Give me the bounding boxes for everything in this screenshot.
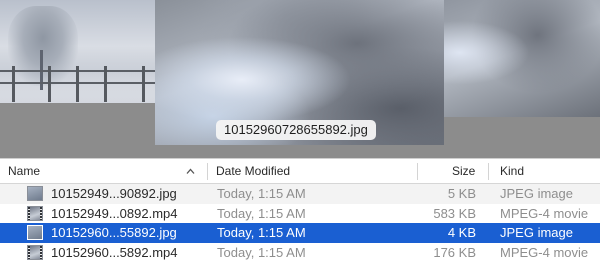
movie-file-icon [27,205,43,221]
file-name: 10152960...5892.mp4 [51,244,178,260]
file-date: Today, 1:15 AM [217,244,306,260]
file-name: 10152949...90892.jpg [51,186,177,201]
file-row[interactable]: 10152949...0892.mp4 Today, 1:15 AM 583 K… [0,204,600,224]
column-header-name[interactable]: Name [8,159,40,184]
file-size: 176 KB [433,244,476,260]
file-date: Today, 1:15 AM [217,225,306,240]
file-list: 10152949...90892.jpg Today, 1:15 AM 5 KB… [0,184,600,262]
fence-post [142,66,145,102]
tree-shape [8,6,78,86]
column-header-size[interactable]: Size [452,159,475,184]
column-divider[interactable] [207,163,208,180]
file-row-selected[interactable]: 10152960...55892.jpg Today, 1:15 AM 4 KB… [0,223,600,243]
file-name: 10152960...55892.jpg [51,225,177,240]
preview-filename-caption: 10152960728655892.jpg [216,120,376,140]
column-divider[interactable] [417,163,418,180]
file-kind: JPEG image [500,225,573,240]
fence-post [12,66,15,102]
cover-flow-preview[interactable]: 10152960728655892.jpg [0,0,600,158]
file-kind: MPEG-4 movie [500,205,589,221]
file-date: Today, 1:15 AM [217,186,306,201]
file-row[interactable]: 10152960...5892.mp4 Today, 1:15 AM 176 K… [0,243,600,262]
column-header-kind[interactable]: Kind [500,159,524,184]
file-name: 10152949...0892.mp4 [51,205,178,221]
preview-thumbnail-winter-field[interactable] [0,0,155,103]
file-kind: JPEG image [500,186,573,201]
file-kind: MPEG-4 movie [500,244,589,260]
jpeg-file-icon [27,225,43,240]
fence-post [104,66,107,102]
column-divider[interactable] [488,163,489,180]
fence-post [48,66,51,102]
file-size: 4 KB [447,225,476,240]
fence-post [76,66,79,102]
jpeg-file-icon [27,186,43,201]
movie-file-icon [27,244,43,260]
file-date: Today, 1:15 AM [217,205,306,221]
column-header-date-modified[interactable]: Date Modified [216,159,290,184]
file-size: 5 KB [447,186,476,201]
sort-ascending-chevron-icon[interactable] [186,167,195,176]
file-row[interactable]: 10152949...90892.jpg Today, 1:15 AM 5 KB… [0,184,600,204]
file-size: 583 KB [433,205,476,221]
list-column-header: Name Date Modified Size Kind [0,158,600,184]
preview-thumbnail-clouds[interactable] [444,0,600,117]
